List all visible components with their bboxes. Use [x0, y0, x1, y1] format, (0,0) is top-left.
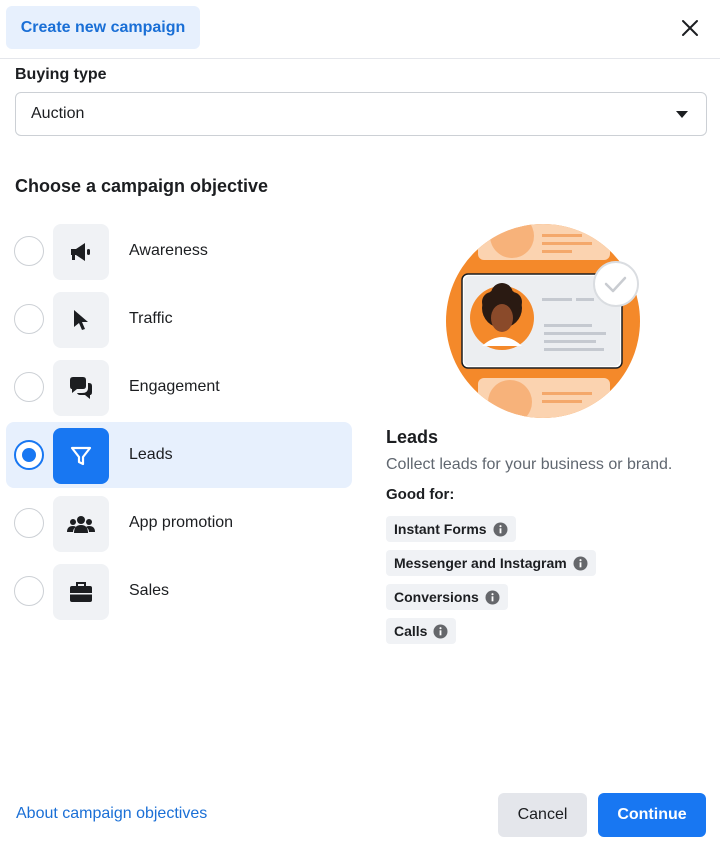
- objective-label: Sales: [129, 582, 170, 599]
- buying-type-select[interactable]: Auction: [15, 92, 707, 136]
- good-for-label: Good for:: [386, 486, 455, 503]
- objective-label: Awareness: [129, 242, 208, 259]
- good-for-chip-label: Instant Forms: [394, 521, 487, 537]
- objective-section-title: Choose a campaign objective: [15, 176, 269, 196]
- info-icon[interactable]: [433, 624, 448, 639]
- continue-button-label: Continue: [617, 806, 687, 823]
- objective-radio[interactable]: [14, 304, 44, 334]
- megaphone-icon: [53, 224, 109, 280]
- objective-detail-title: Leads: [386, 427, 439, 447]
- good-for-chip: Messenger and Instagram: [386, 550, 596, 576]
- objective-label: Engagement: [129, 378, 220, 395]
- objective-radio[interactable]: [14, 372, 44, 402]
- header-divider: [0, 58, 720, 59]
- objective-label: Traffic: [129, 310, 173, 327]
- leads-illustration: [444, 222, 642, 420]
- objective-detail-description: Collect leads for your business or brand…: [386, 456, 673, 473]
- about-campaign-objectives-link[interactable]: About campaign objectives: [16, 805, 207, 823]
- objective-radio[interactable]: [14, 236, 44, 266]
- objective-app-promotion[interactable]: App promotion: [6, 490, 352, 556]
- cancel-button-label: Cancel: [517, 806, 568, 823]
- info-icon[interactable]: [485, 590, 500, 605]
- good-for-chip: Calls: [386, 618, 457, 644]
- good-for-chip-label: Messenger and Instagram: [394, 555, 567, 571]
- close-button[interactable]: [676, 14, 704, 42]
- buying-type-value: Auction: [31, 105, 85, 122]
- buying-type-label: Buying type: [15, 66, 107, 83]
- info-icon[interactable]: [573, 556, 588, 571]
- good-for-chip-label: Conversions: [394, 589, 479, 605]
- objective-radio[interactable]: [14, 508, 44, 538]
- create-campaign-tab-label: Create new campaign: [20, 18, 186, 36]
- briefcase-icon: [53, 564, 109, 620]
- people-icon: [53, 496, 109, 552]
- objective-leads[interactable]: Leads: [6, 422, 352, 488]
- continue-button[interactable]: Continue: [598, 793, 706, 837]
- cursor-icon: [53, 292, 109, 348]
- objective-label: Leads: [129, 446, 173, 463]
- objective-engagement[interactable]: Engagement: [6, 354, 352, 420]
- objective-label: App promotion: [129, 514, 234, 531]
- funnel-icon: [53, 428, 109, 484]
- cancel-button[interactable]: Cancel: [498, 793, 587, 837]
- objective-sales[interactable]: Sales: [6, 558, 352, 624]
- objective-radio-selected[interactable]: [14, 440, 44, 470]
- info-icon[interactable]: [493, 522, 508, 537]
- good-for-chip: Conversions: [386, 584, 508, 610]
- good-for-chip-label: Calls: [394, 623, 428, 639]
- objective-traffic[interactable]: Traffic: [6, 286, 352, 352]
- good-for-chip: Instant Forms: [386, 516, 516, 542]
- close-icon: [682, 20, 698, 36]
- caret-down-icon: [676, 111, 688, 118]
- objective-awareness[interactable]: Awareness: [6, 218, 352, 284]
- chat-bubbles-icon: [53, 360, 109, 416]
- objective-radio[interactable]: [14, 576, 44, 606]
- create-campaign-tab[interactable]: Create new campaign: [6, 6, 200, 49]
